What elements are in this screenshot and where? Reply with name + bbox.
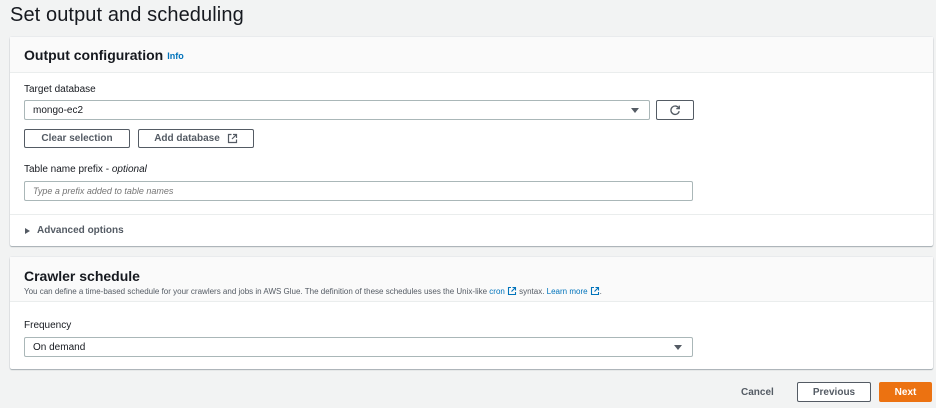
caret-down-icon <box>674 345 682 350</box>
crawler-schedule-panel: Crawler schedule You can define a time-b… <box>10 257 933 369</box>
next-button[interactable]: Next <box>879 382 932 402</box>
table-prefix-label: Table name prefix - optional <box>24 164 147 175</box>
target-database-value: mongo-ec2 <box>33 105 84 116</box>
next-label: Next <box>894 386 917 398</box>
external-link-icon <box>590 286 599 296</box>
advanced-options-toggle[interactable]: Advanced options <box>25 225 124 236</box>
crawler-schedule-header: Crawler schedule You can define a time-b… <box>10 257 933 302</box>
table-prefix-input[interactable] <box>24 181 693 201</box>
output-configuration-title: Output configuration Info <box>24 47 184 63</box>
previous-button[interactable]: Previous <box>797 382 871 402</box>
frequency-value: On demand <box>33 342 86 353</box>
target-database-label: Target database <box>24 84 96 95</box>
table-prefix-optional-label: optional <box>111 164 147 175</box>
caret-down-icon <box>631 108 639 113</box>
add-database-button[interactable]: Add database <box>138 129 254 148</box>
add-database-label: Add database <box>154 133 220 144</box>
frequency-label: Frequency <box>24 320 72 331</box>
refresh-button[interactable] <box>656 100 694 120</box>
description-text-end: . <box>599 287 602 296</box>
info-link[interactable]: Info <box>167 51 184 61</box>
caret-right-icon <box>25 227 30 234</box>
page-title: Set output and scheduling <box>10 4 244 26</box>
learn-more-link[interactable]: Learn more <box>547 287 588 296</box>
previous-label: Previous <box>812 386 856 398</box>
external-link-icon <box>227 133 237 144</box>
description-text-start: You can define a time-based schedule for… <box>24 287 490 296</box>
target-database-select[interactable]: mongo-ec2 <box>24 100 650 120</box>
refresh-icon <box>670 105 680 116</box>
crawler-schedule-description: You can define a time-based schedule for… <box>24 286 602 296</box>
clear-selection-label: Clear selection <box>41 133 113 144</box>
description-text-mid: syntax. <box>516 287 547 296</box>
output-configuration-panel: Output configuration Info Target database… <box>10 37 933 246</box>
frequency-select[interactable]: On demand <box>24 337 693 357</box>
advanced-options-label: Advanced options <box>37 225 124 236</box>
crawler-schedule-title: Crawler schedule <box>24 268 140 284</box>
output-configuration-title-text: Output configuration <box>24 47 164 63</box>
cron-link[interactable]: cron <box>489 287 505 296</box>
advanced-options-divider <box>10 214 933 215</box>
output-configuration-header: Output configuration Info <box>10 37 933 73</box>
external-link-icon <box>507 286 516 296</box>
cancel-button[interactable]: Cancel <box>741 387 774 398</box>
clear-selection-button[interactable]: Clear selection <box>24 129 130 148</box>
table-prefix-label-text: Table name prefix - <box>24 164 112 175</box>
